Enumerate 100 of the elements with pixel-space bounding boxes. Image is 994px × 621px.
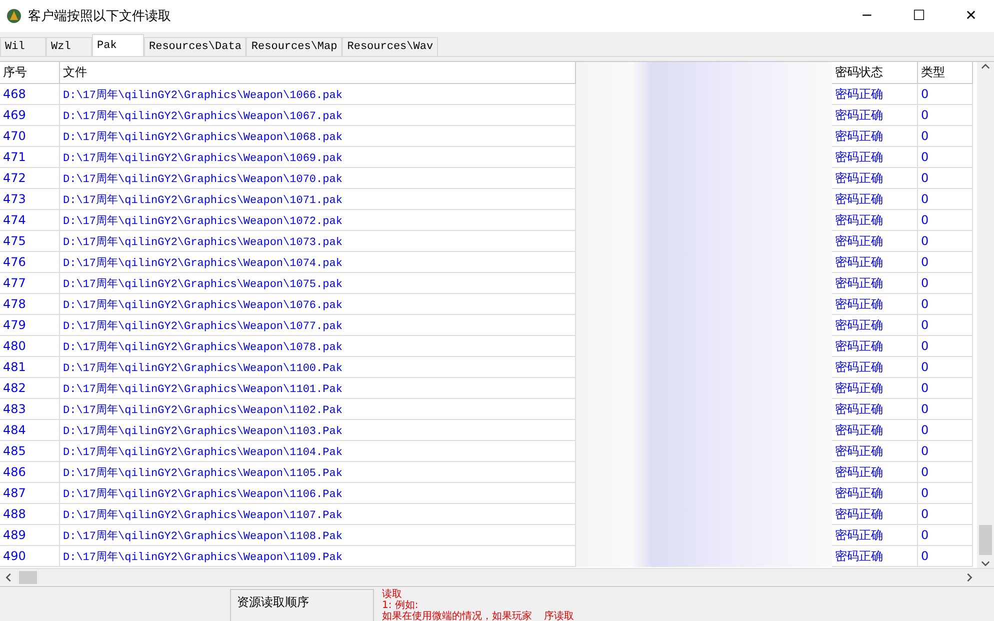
table-cell: D:\17周年\qilinGY2\Graphics\Weapon\1066.pak: [60, 84, 576, 105]
table-cell: D:\17周年\qilinGY2\Graphics\Weapon\1101.Pak: [60, 378, 576, 399]
table-cell: 488: [0, 504, 60, 525]
group-label: 资源读取顺序: [230, 589, 374, 621]
table-cell: D:\17周年\qilinGY2\Graphics\Weapon\1074.pak: [60, 252, 576, 273]
table-cell: 0: [918, 483, 973, 504]
table-cell: D:\17周年\qilinGY2\Graphics\Weapon\1078.pak: [60, 336, 576, 357]
table-cell: 486: [0, 462, 60, 483]
table-cell: 0: [918, 546, 973, 567]
table-cell: D:\17周年\qilinGY2\Graphics\Weapon\1102.Pak: [60, 399, 576, 420]
table-cell: 0: [918, 357, 973, 378]
scroll-right-icon[interactable]: [965, 573, 974, 582]
maximize-button[interactable]: ☐: [896, 0, 942, 32]
table-cell: 密码正确: [832, 315, 918, 336]
table-cell: D:\17周年\qilinGY2\Graphics\Weapon\1103.Pak: [60, 420, 576, 441]
column-header[interactable]: 序号: [0, 62, 60, 84]
tab[interactable]: Pak: [92, 34, 144, 56]
table-cell: 476: [0, 252, 60, 273]
table-cell: D:\17周年\qilinGY2\Graphics\Weapon\1105.Pak: [60, 462, 576, 483]
table-cell: 480: [0, 336, 60, 357]
column-header[interactable]: 文件: [60, 62, 576, 84]
table-cell: 470: [0, 126, 60, 147]
table-cell: 密码正确: [832, 399, 918, 420]
table-cell: 密码正确: [832, 483, 918, 504]
table-cell: D:\17周年\qilinGY2\Graphics\Weapon\1071.pak: [60, 189, 576, 210]
table-cell: 0: [918, 525, 973, 546]
table-cell: 密码正确: [832, 231, 918, 252]
table-cell: D:\17周年\qilinGY2\Graphics\Weapon\1076.pak: [60, 294, 576, 315]
table-cell: 0: [918, 336, 973, 357]
table-cell: D:\17周年\qilinGY2\Graphics\Weapon\1068.pak: [60, 126, 576, 147]
tab[interactable]: Wzl: [46, 37, 92, 56]
table-cell: 0: [918, 231, 973, 252]
horizontal-scrollbar[interactable]: [0, 568, 994, 586]
table-cell: D:\17周年\qilinGY2\Graphics\Weapon\1106.Pak: [60, 483, 576, 504]
vertical-scrollbar[interactable]: [977, 62, 994, 568]
table-cell: 密码正确: [832, 294, 918, 315]
table-cell: 密码正确: [832, 84, 918, 105]
table-cell: 密码正确: [832, 441, 918, 462]
table-cell: 0: [918, 441, 973, 462]
scroll-down-icon[interactable]: [981, 559, 990, 568]
table-cell: 479: [0, 315, 60, 336]
column-header[interactable]: 类型: [918, 62, 973, 84]
table-cell: 0: [918, 294, 973, 315]
table-cell: 0: [918, 420, 973, 441]
table-cell: 密码正确: [832, 525, 918, 546]
note-text: 如果在使用微端的情况，如果玩家: [382, 611, 532, 621]
note-text: 序读取: [544, 611, 574, 621]
table-cell: 0: [918, 315, 973, 336]
table-cell: 密码正确: [832, 336, 918, 357]
table-cell: 密码正确: [832, 273, 918, 294]
scroll-up-icon[interactable]: [981, 62, 990, 71]
table-cell: 489: [0, 525, 60, 546]
table-cell: 0: [918, 210, 973, 231]
scrollbar-thumb[interactable]: [979, 525, 992, 555]
scrollbar-thumb[interactable]: [19, 571, 37, 584]
table-cell: 密码正确: [832, 168, 918, 189]
table-cell: 490: [0, 546, 60, 567]
table-cell: 471: [0, 147, 60, 168]
table-cell: 密码正确: [832, 126, 918, 147]
table-cell: D:\17周年\qilinGY2\Graphics\Weapon\1073.pak: [60, 231, 576, 252]
tab[interactable]: Resources\Data: [144, 37, 246, 56]
table-cell: 481: [0, 357, 60, 378]
table-cell: 472: [0, 168, 60, 189]
table-cell: 0: [918, 189, 973, 210]
note-text: 读取: [382, 589, 403, 600]
tab[interactable]: Resources\Map: [246, 37, 342, 56]
table-cell: D:\17周年\qilinGY2\Graphics\Weapon\1108.Pak: [60, 525, 576, 546]
table-cell: 密码正确: [832, 189, 918, 210]
table-cell: 0: [918, 378, 973, 399]
table-cell: 0: [918, 105, 973, 126]
table-cell: 密码正确: [832, 147, 918, 168]
table-cell: 密码正确: [832, 210, 918, 231]
table-cell: 473: [0, 189, 60, 210]
minimize-button[interactable]: ─: [844, 0, 890, 32]
table-cell: 469: [0, 105, 60, 126]
table-cell: 密码正确: [832, 546, 918, 567]
table-cell: D:\17周年\qilinGY2\Graphics\Weapon\1075.pak: [60, 273, 576, 294]
table-cell: 0: [918, 399, 973, 420]
table-cell: 482: [0, 378, 60, 399]
note-text: 1: 例如:: [382, 600, 420, 611]
window-title: 客户端按照以下文件读取: [28, 8, 172, 25]
table-cell: D:\17周年\qilinGY2\Graphics\Weapon\1104.Pak: [60, 441, 576, 462]
scroll-left-icon[interactable]: [4, 573, 13, 582]
table-cell: 0: [918, 147, 973, 168]
table-cell: 475: [0, 231, 60, 252]
table-cell: D:\17周年\qilinGY2\Graphics\Weapon\1107.Pak: [60, 504, 576, 525]
table-cell: 密码正确: [832, 357, 918, 378]
table-cell: D:\17周年\qilinGY2\Graphics\Weapon\1109.Pak: [60, 546, 576, 567]
tab[interactable]: Resources\Wav: [342, 37, 438, 56]
table-cell: 密码正确: [832, 504, 918, 525]
close-button[interactable]: ✕: [948, 0, 994, 32]
table-cell: 478: [0, 294, 60, 315]
tab[interactable]: Wil: [0, 37, 46, 56]
table-cell: D:\17周年\qilinGY2\Graphics\Weapon\1070.pak: [60, 168, 576, 189]
table-cell: 0: [918, 462, 973, 483]
table-cell: 468: [0, 84, 60, 105]
table-cell: 485: [0, 441, 60, 462]
table-cell: D:\17周年\qilinGY2\Graphics\Weapon\1069.pak: [60, 147, 576, 168]
table-cell: 密码正确: [832, 420, 918, 441]
table-cell: 0: [918, 126, 973, 147]
